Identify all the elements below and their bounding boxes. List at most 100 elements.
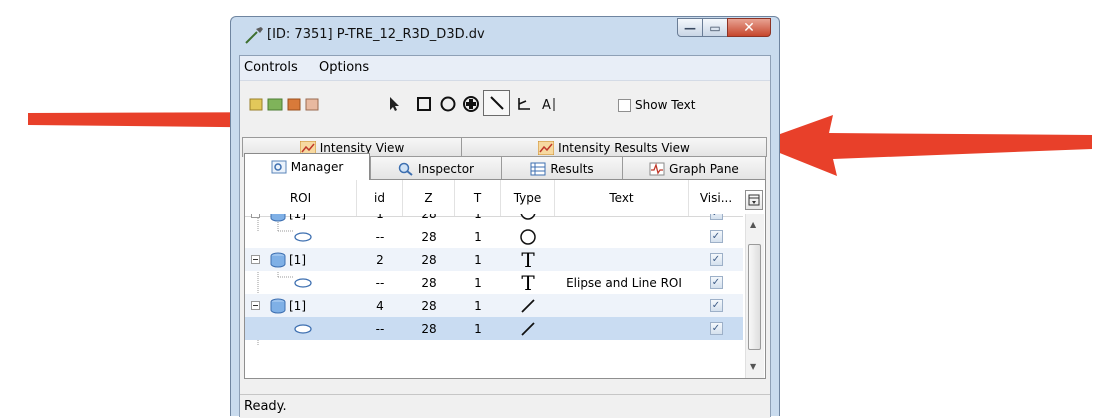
column-header-type[interactable]: Type [501, 180, 555, 216]
app-window: [ID: 7351] P-TRE_12_R3D_D3D.dv — ▭ ✕ Con… [230, 16, 780, 418]
pipette-icon [245, 27, 263, 44]
ellipse-roi-icon [291, 225, 315, 248]
magnifier-icon [398, 162, 413, 176]
visible-checkbox[interactable]: ✓ [709, 299, 723, 312]
window-title: [ID: 7351] P-TRE_12_R3D_D3D.dv [267, 27, 485, 42]
crosshair-tool-button[interactable] [459, 92, 483, 116]
text-type-icon: T [521, 270, 535, 295]
vertical-scrollbar[interactable]: ▲ ▼ [745, 214, 764, 378]
table-row[interactable]: [1] 1 28 1 ✓ [245, 214, 743, 225]
show-text-checkbox[interactable] [618, 98, 631, 112]
grid-header: ROI id Z T Type Text Visi... [245, 180, 743, 217]
table-row[interactable]: -- 28 1 T Elipse and Line ROI ✓ [245, 270, 743, 295]
roi-cell: [1] [289, 252, 306, 267]
scroll-down-icon[interactable]: ▼ [750, 362, 756, 371]
collapse-toggle-icon[interactable] [249, 248, 261, 271]
svg-text:A: A [542, 98, 551, 113]
visible-checkbox[interactable]: ✓ [709, 214, 723, 220]
roi-cell: [1] [289, 214, 315, 225]
menu-options[interactable]: Options [319, 60, 369, 75]
id-cell: 2 [376, 252, 384, 267]
line-icon [489, 96, 504, 110]
text-icon: A [542, 98, 555, 113]
rectangle-tool-button[interactable] [412, 92, 436, 116]
manager-icon [271, 160, 287, 174]
roi-group-icon [267, 294, 289, 317]
tab-label: Manager [290, 160, 344, 174]
roi-group-icon [267, 214, 289, 225]
close-icon: ✕ [743, 19, 755, 36]
line-tool-button[interactable] [483, 90, 510, 116]
column-header-visible[interactable]: Visi... [689, 180, 743, 216]
column-header-text[interactable]: Text [555, 180, 689, 216]
roi-grid: [1] 1 28 1 ✓ -- 28 1 ✓ [245, 214, 743, 378]
t-cell: 1 [474, 229, 482, 244]
crosshair-circle-icon [463, 96, 479, 112]
tab-manager[interactable]: Manager [244, 153, 370, 180]
roi-group-icon [267, 248, 289, 271]
ellipse-tool-button[interactable] [436, 92, 460, 116]
status-text: Ready. [244, 399, 287, 414]
menu-bar: Controls Options [240, 56, 770, 81]
column-chooser-icon [748, 194, 760, 206]
ellipse-roi-icon [291, 271, 315, 294]
column-header-id[interactable]: id [357, 180, 403, 216]
visible-checkbox[interactable]: ✓ [709, 276, 723, 289]
client-area: Controls Options A Show Text Intensity V… [239, 55, 771, 418]
table-row[interactable]: [1] 4 28 1 ✓ [245, 294, 743, 317]
polyline-tool-button[interactable] [512, 92, 536, 116]
text-type-icon: T [521, 247, 535, 272]
column-header-z[interactable]: Z [403, 180, 455, 216]
table-row[interactable]: [1] 2 28 1 T ✓ [245, 247, 743, 272]
scroll-thumb[interactable] [748, 244, 761, 350]
maximize-icon: ▭ [709, 20, 721, 35]
table-row-selected[interactable]: -- 28 1 ✓ [245, 317, 743, 340]
visible-checkbox[interactable]: ✓ [709, 253, 723, 266]
column-header-t[interactable]: T [455, 180, 501, 216]
t-cell: 1 [474, 275, 482, 290]
tab-label: Intensity Results View [558, 140, 690, 155]
visible-checkbox[interactable]: ✓ [709, 322, 723, 335]
roi-manager-panel: ROI id Z T Type Text Visi... -- 28 1 ✓ [… [244, 179, 766, 379]
visible-checkbox[interactable]: ✓ [709, 230, 723, 243]
roi-cell: [1] [289, 298, 306, 313]
tab-intensity-results-view[interactable]: Intensity Results View [461, 137, 767, 157]
tab-inspector[interactable]: Inspector [370, 156, 502, 180]
show-text-label: Show Text [635, 98, 696, 112]
tab-results[interactable]: Results [501, 156, 623, 180]
ellipse-icon [440, 96, 456, 112]
tab-label: Graph Pane [669, 161, 739, 176]
id-cell: -- [375, 275, 385, 290]
column-chooser-button[interactable] [745, 190, 763, 210]
z-cell: 28 [421, 321, 437, 336]
menu-controls[interactable]: Controls [244, 60, 298, 75]
collapse-toggle-icon[interactable] [249, 214, 261, 225]
column-header-roi[interactable]: ROI [245, 180, 357, 216]
line-type-icon [501, 317, 555, 340]
table-row[interactable]: -- 28 1 ✓ [245, 225, 743, 248]
chart-icon [538, 140, 555, 155]
text-cell: Elipse and Line ROI [566, 275, 682, 290]
id-cell: -- [375, 229, 385, 244]
table-icon [530, 162, 546, 175]
close-button[interactable]: ✕ [727, 18, 771, 37]
z-cell: 28 [421, 275, 437, 290]
z-cell: 28 [421, 252, 437, 267]
rectangle-icon [417, 97, 431, 111]
scroll-up-icon[interactable]: ▲ [750, 220, 756, 229]
title-bar[interactable]: [ID: 7351] P-TRE_12_R3D_D3D.dv — ▭ ✕ [231, 17, 779, 55]
maximize-button[interactable]: ▭ [702, 18, 728, 37]
minimize-button[interactable]: — [677, 18, 703, 37]
file-tools-icons[interactable] [246, 94, 356, 116]
polyline-icon [518, 98, 530, 110]
circle-type-icon [501, 214, 555, 225]
line-type-icon [501, 294, 555, 317]
tab-label: Results [550, 161, 594, 176]
t-cell: 1 [474, 298, 482, 313]
collapse-toggle-icon[interactable] [249, 294, 261, 317]
t-cell: 1 [455, 214, 501, 225]
tab-graph-pane[interactable]: Graph Pane [622, 156, 766, 180]
text-tool-button[interactable]: A [537, 92, 561, 116]
pointer-tool-button[interactable] [382, 92, 406, 116]
id-cell: 4 [376, 298, 384, 313]
